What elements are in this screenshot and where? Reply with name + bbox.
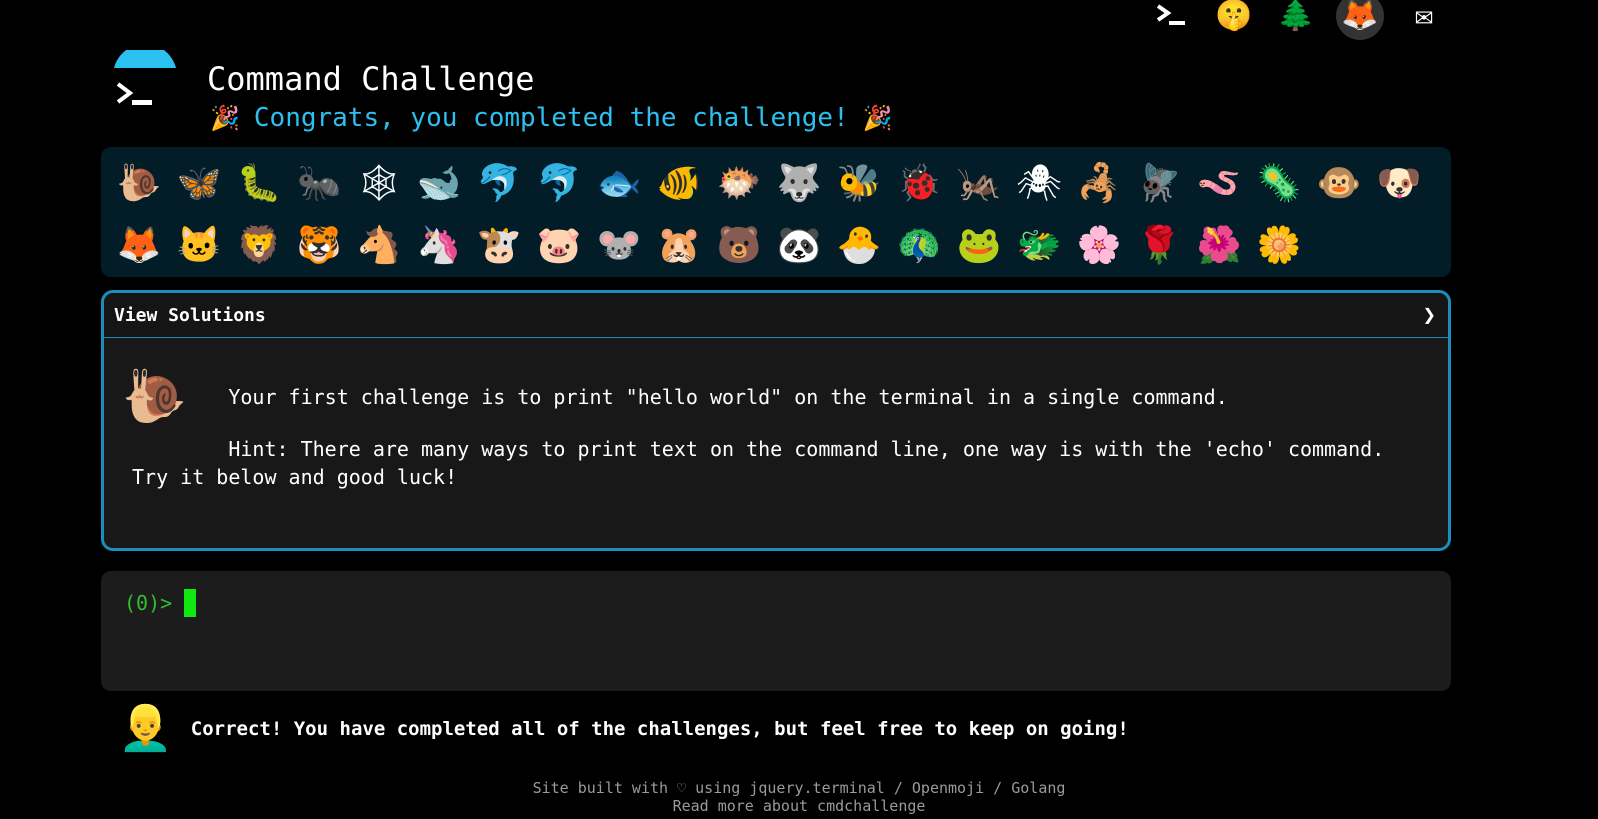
terminal-icon[interactable] xyxy=(1150,0,1194,38)
challenge-badge[interactable]: 🐞 xyxy=(889,153,949,215)
footer-separator: / xyxy=(884,779,912,797)
challenge-badge[interactable]: 🦄 xyxy=(409,215,469,277)
footer: Site built with ♡ using jquery.terminal … xyxy=(0,779,1598,815)
challenge-badge[interactable]: 🐝 xyxy=(829,153,889,215)
challenge-badge[interactable]: 🦚 xyxy=(889,215,949,277)
challenge-badge[interactable]: 🐣 xyxy=(829,215,889,277)
challenge-badge[interactable]: 🐮 xyxy=(469,215,529,277)
terminal-cursor xyxy=(184,589,197,617)
gitlab-fox-icon[interactable]: 🦊 xyxy=(1336,0,1384,40)
challenge-badge[interactable]: 🌺 xyxy=(1189,215,1249,277)
challenge-badge[interactable]: 🦊 xyxy=(109,215,169,277)
read-more-link[interactable]: Read more about cmdchallenge xyxy=(673,797,926,815)
challenge-badge[interactable]: 🪱 xyxy=(1189,153,1249,215)
congrats-banner: 🎉 Congrats, you completed the challenge!… xyxy=(210,103,893,133)
challenge-badge[interactable]: 🐴 xyxy=(349,215,409,277)
challenge-badge[interactable]: 🦂 xyxy=(1069,153,1129,215)
terminal[interactable]: (0)> xyxy=(101,571,1451,691)
challenge-badge[interactable]: 🐯 xyxy=(289,215,349,277)
avatar: 👱‍♂️ xyxy=(118,703,173,754)
challenge-badge[interactable]: 🕷 xyxy=(1009,153,1069,215)
challenge-badge[interactable]: 🐺 xyxy=(769,153,829,215)
challenge-badge[interactable]: 🐼 xyxy=(769,215,829,277)
openmoji-link[interactable]: Openmoji xyxy=(912,779,984,797)
challenge-badge[interactable]: 🐹 xyxy=(649,215,709,277)
page-title: Command Challenge xyxy=(207,60,535,98)
challenge-badge[interactable]: 🐭 xyxy=(589,215,649,277)
challenge-badge[interactable]: 🪰 xyxy=(1129,153,1189,215)
challenge-badge[interactable]: 🐲 xyxy=(1009,215,1069,277)
result-message: 👱‍♂️ Correct! You have completed all of … xyxy=(118,707,1129,751)
envelope-icon[interactable]: ✉ xyxy=(1402,0,1446,38)
top-icon-bar: 🤫 🌲 🦊 ✉ xyxy=(1150,0,1446,40)
challenge-badge[interactable]: 🦋 xyxy=(169,153,229,215)
challenge-badge[interactable]: 🐶 xyxy=(1369,153,1429,215)
challenge-badge[interactable]: 🐠 xyxy=(649,153,709,215)
challenge-badge[interactable]: 🐋 xyxy=(409,153,469,215)
page: 🤫 🌲 🦊 ✉ Command Challenge 🎉 Congrats, yo… xyxy=(0,0,1598,819)
footer-built-text: Site built with ♡ using xyxy=(532,779,750,797)
challenge-badge[interactable]: 🐸 xyxy=(949,215,1009,277)
terminal-prompt[interactable]: (0)> xyxy=(124,589,197,617)
footer-credits: Site built with ♡ using jquery.terminal … xyxy=(0,779,1598,797)
challenge-text: Your first challenge is to print "hello … xyxy=(132,385,1228,409)
logo-icon[interactable] xyxy=(110,43,180,122)
congrats-text: Congrats, you completed the challenge! xyxy=(253,103,849,133)
solutions-panel: View Solutions ❯ 🐌 Your first challenge … xyxy=(101,290,1451,551)
challenge-badge[interactable]: 🐷 xyxy=(529,215,589,277)
challenge-badge[interactable]: 🦗 xyxy=(949,153,1009,215)
challenge-badge[interactable]: 🐛 xyxy=(229,153,289,215)
challenge-badge[interactable]: 🐵 xyxy=(1309,153,1369,215)
challenge-badge[interactable]: 🐌 xyxy=(109,153,169,215)
view-solutions-toggle[interactable]: View Solutions ❯ xyxy=(104,293,1448,338)
golang-link[interactable]: Golang xyxy=(1011,779,1065,797)
challenge-badge[interactable]: 🐬 xyxy=(529,153,589,215)
challenge-badge[interactable]: 🌼 xyxy=(1249,215,1309,277)
badge-panel: 🐌 🦋 🐛 🐜 🕸 🐋 🐬 🐬 🐟 🐠 🐡 🐺 🐝 🐞 🦗 🕷 🦂 🪰 🪱 🦠 🐵 🐶 🦊 🐱 🦁 🐯 🐴 🦄 🐮 🐷 🐭 🐹 🐻 🐼 🐣 🦚 🐸 🐲 🌸 🌹… xyxy=(101,147,1451,277)
challenge-badge[interactable]: 🌸 xyxy=(1069,215,1129,277)
challenge-badge[interactable]: 🐡 xyxy=(709,153,769,215)
party-popper-icon: 🎉 xyxy=(862,104,893,132)
challenge-hint: Hint: There are many ways to print text … xyxy=(132,437,1397,489)
challenge-badge[interactable]: 🐱 xyxy=(169,215,229,277)
challenge-badge[interactable]: 🐜 xyxy=(289,153,349,215)
view-solutions-label: View Solutions xyxy=(114,304,266,326)
challenge-badge[interactable]: 🦁 xyxy=(229,215,289,277)
shushing-face-icon[interactable]: 🤫 xyxy=(1212,0,1256,38)
challenge-badge[interactable]: 🌹 xyxy=(1129,215,1189,277)
footer-separator: / xyxy=(984,779,1012,797)
prompt-label: (0)> xyxy=(124,591,173,615)
chevron-right-icon: ❯ xyxy=(1422,302,1436,328)
challenge-badge[interactable]: 🐻 xyxy=(709,215,769,277)
tree-icon[interactable]: 🌲 xyxy=(1274,0,1318,38)
challenge-badge[interactable]: 🐬 xyxy=(469,153,529,215)
jquery-terminal-link[interactable]: jquery.terminal xyxy=(749,779,884,797)
challenge-description: Your first challenge is to print "hello … xyxy=(132,383,1412,491)
party-popper-icon: 🎉 xyxy=(210,104,240,132)
challenge-badge[interactable]: 🕸 xyxy=(349,153,409,215)
result-message-text: Correct! You have completed all of the c… xyxy=(190,718,1129,740)
challenge-badge[interactable]: 🐟 xyxy=(589,153,649,215)
challenge-badge[interactable]: 🦠 xyxy=(1249,153,1309,215)
